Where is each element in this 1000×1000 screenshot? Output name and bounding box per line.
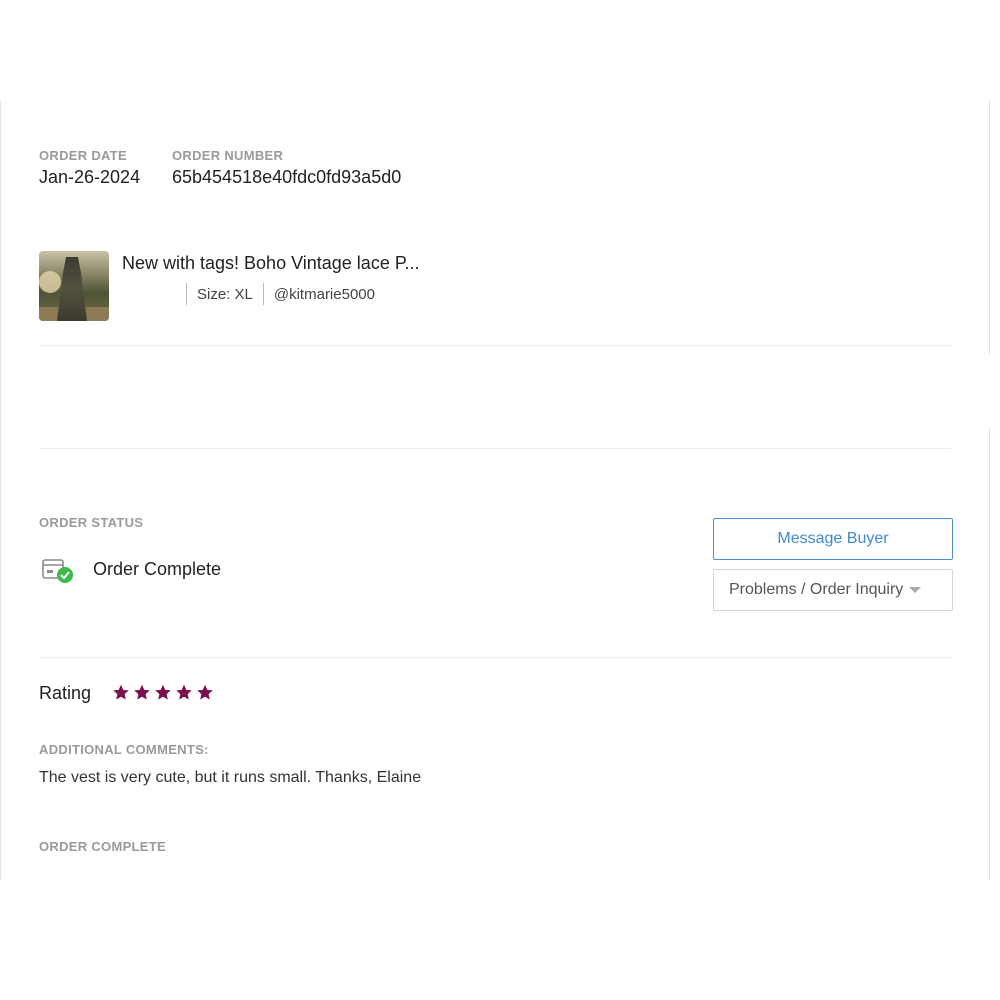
order-number-label: ORDER NUMBER [172, 148, 284, 163]
thumbnail-dress [57, 257, 87, 321]
order-status-value: Order Complete [93, 559, 222, 579]
item-meta: Size: XL @kitmarie5000 [186, 283, 385, 305]
item-title[interactable]: New with tags! Boho Vintage lace P... [122, 253, 420, 274]
thumbnail-light [39, 271, 61, 293]
chevron-down-icon [909, 587, 922, 593]
divider [39, 345, 951, 346]
order-number-value: 65b454518e40fdc0fd93a5d0 [172, 167, 402, 187]
additional-comments-label: ADDITIONAL COMMENTS: [39, 742, 209, 757]
order-inquiry-dropdown[interactable]: Problems / Order Inquiry [713, 569, 953, 611]
star-icon [197, 684, 213, 700]
divider [39, 448, 951, 449]
item-size: Size: XL [197, 285, 253, 303]
divider [39, 657, 951, 658]
star-icon [134, 684, 150, 700]
item-thumbnail[interactable] [39, 251, 109, 321]
star-icon [155, 684, 171, 700]
order-status-label: ORDER STATUS [39, 515, 144, 530]
rating-stars [112, 684, 217, 701]
order-date-label: ORDER DATE [39, 148, 127, 163]
seller-username-link[interactable]: @kitmarie5000 [264, 286, 385, 303]
message-buyer-button[interactable]: Message Buyer [713, 518, 953, 560]
star-icon [176, 684, 192, 700]
order-inquiry-label: Problems / Order Inquiry [729, 581, 904, 598]
order-number-block: ORDER NUMBER 65b454518e40fdc0fd93a5d0 [172, 148, 401, 188]
order-date-block: ORDER DATE Jan-26-2024 [39, 148, 140, 188]
panel-edge [989, 100, 990, 354]
star-icon [113, 684, 129, 700]
order-complete-label: ORDER COMPLETE [39, 839, 166, 854]
package-check-icon [42, 559, 73, 583]
panel-edge [989, 428, 990, 880]
rating-label: Rating [39, 683, 92, 703]
order-details-panel [0, 100, 1000, 880]
order-date-value: Jan-26-2024 [39, 167, 141, 187]
additional-comments-text: The vest is very cute, but it runs small… [39, 769, 422, 786]
